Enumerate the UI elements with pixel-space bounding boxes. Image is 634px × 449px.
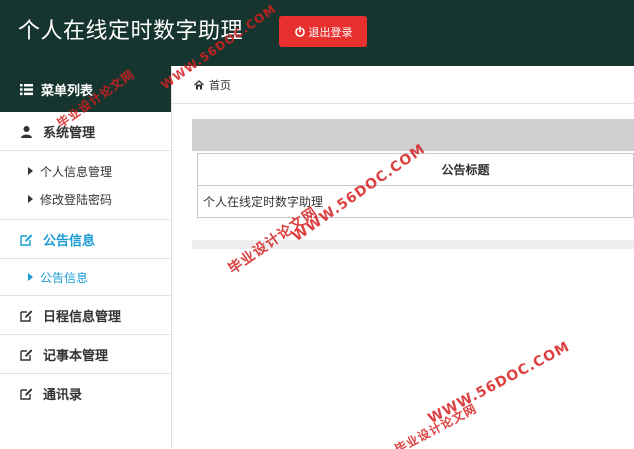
panel-footer <box>192 240 634 249</box>
user-icon <box>21 125 32 138</box>
sidebar-item-label: 个人信息管理 <box>40 164 113 179</box>
menu-title: 菜单列表 <box>41 83 94 99</box>
sidebar-section-label: 公告信息 <box>43 233 96 249</box>
sidebar-item-announcements[interactable]: 公告信息 <box>0 263 171 291</box>
table-header-row: 公告标题 <box>197 153 634 186</box>
edit-icon <box>20 348 33 361</box>
sidebar-section-schedule[interactable]: 日程信息管理 <box>0 296 171 335</box>
edit-icon <box>20 233 33 246</box>
list-icon <box>20 83 33 95</box>
app-title: 个人在线定时数字助理 <box>18 19 244 44</box>
edit-icon <box>20 309 33 322</box>
main-content: 公告标题 个人在线定时数字助理 <box>172 104 634 449</box>
sidebar-item-personal-info[interactable]: 个人信息管理 <box>0 157 171 185</box>
sidebar: 菜单列表 系统管理 个人信息管理 修改登陆密码 公告信息 公告信息 日程信息管理… <box>0 66 172 449</box>
menu-header: 菜单列表 <box>0 66 171 112</box>
sidebar-section-notebook[interactable]: 记事本管理 <box>0 335 171 374</box>
sidebar-subgroup-announcements: 公告信息 <box>0 259 171 296</box>
announcement-table: 公告标题 个人在线定时数字助理 <box>197 153 634 218</box>
sidebar-item-label: 修改登陆密码 <box>40 192 113 207</box>
top-header: 个人在线定时数字助理 退出登录 <box>0 0 634 66</box>
sidebar-section-contacts[interactable]: 通讯录 <box>0 374 171 413</box>
sidebar-subgroup-system: 个人信息管理 修改登陆密码 <box>0 151 171 220</box>
caret-right-icon <box>28 195 33 203</box>
sidebar-item-label: 公告信息 <box>40 270 89 285</box>
caret-right-icon <box>28 273 33 281</box>
sidebar-section-label: 系统管理 <box>43 125 96 141</box>
panel-header <box>192 119 634 151</box>
sidebar-section-label: 记事本管理 <box>43 348 109 364</box>
home-icon[interactable] <box>194 79 204 90</box>
table-row[interactable]: 个人在线定时数字助理 <box>197 185 634 218</box>
caret-right-icon <box>28 167 33 175</box>
sidebar-item-change-password[interactable]: 修改登陆密码 <box>0 185 171 213</box>
logout-label: 退出登录 <box>308 25 353 39</box>
sidebar-section-label: 日程信息管理 <box>43 309 122 325</box>
column-header-title: 公告标题 <box>197 153 634 186</box>
table-cell-title[interactable]: 个人在线定时数字助理 <box>197 185 634 218</box>
breadcrumb-home[interactable]: 首页 <box>209 77 231 93</box>
power-icon <box>294 25 305 37</box>
breadcrumb: 首页 <box>172 66 634 104</box>
edit-icon <box>20 388 33 400</box>
sidebar-section-system[interactable]: 系统管理 <box>0 112 171 151</box>
sidebar-section-announcements[interactable]: 公告信息 <box>0 220 171 259</box>
sidebar-section-label: 通讯录 <box>43 388 83 403</box>
logout-button[interactable]: 退出登录 <box>279 16 367 47</box>
